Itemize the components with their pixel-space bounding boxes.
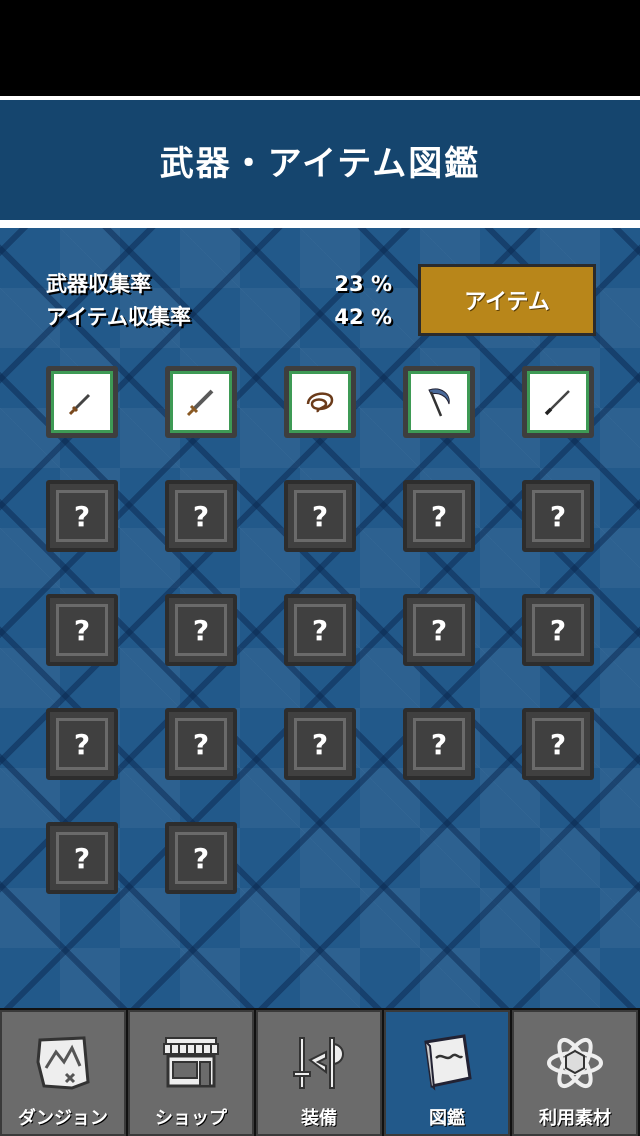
map-icon [28, 1028, 98, 1098]
weapon-slot-short-sword[interactable] [165, 366, 237, 438]
unknown-mark: ? [175, 832, 227, 884]
unknown-mark: ? [532, 490, 584, 542]
header: 武器・アイテム図鑑 [0, 96, 640, 228]
unknown-mark: ? [56, 718, 108, 770]
tab-label: ダンジョン [18, 1108, 108, 1129]
weapon-rate-label: 武器収集率 [46, 272, 151, 296]
unknown-slot[interactable]: ? [46, 708, 118, 780]
collection-panel: 武器収集率 23 % アイテム収集率 42 % アイテム ? ? ? ? ? ?… [0, 228, 640, 1008]
unknown-mark: ? [294, 604, 346, 656]
unknown-mark: ? [56, 604, 108, 656]
unknown-slot[interactable]: ? [165, 480, 237, 552]
unknown-slot[interactable]: ? [522, 708, 594, 780]
unknown-mark: ? [175, 718, 227, 770]
unknown-slot[interactable]: ? [522, 594, 594, 666]
unknown-slot[interactable]: ? [46, 480, 118, 552]
page-title: 武器・アイテム図鑑 [159, 143, 481, 184]
slot-frame [289, 371, 351, 433]
atom-icon [540, 1028, 610, 1098]
shop-icon [156, 1028, 226, 1098]
book-icon [412, 1028, 482, 1098]
unknown-slot[interactable]: ? [403, 594, 475, 666]
short-sword-icon [186, 389, 214, 417]
unknown-slot[interactable]: ? [46, 594, 118, 666]
item-toggle-button[interactable]: アイテム [418, 264, 596, 336]
header-panel: 武器・アイテム図鑑 [0, 100, 640, 220]
weapon-slot-knife[interactable] [522, 366, 594, 438]
unknown-mark: ? [175, 604, 227, 656]
unknown-mark: ? [413, 490, 465, 542]
tab-dungeon[interactable]: ダンジョン [0, 1010, 126, 1136]
item-rate-value: 42 % [334, 305, 392, 329]
unknown-mark: ? [413, 718, 465, 770]
unknown-slot[interactable]: ? [403, 708, 475, 780]
unknown-mark: ? [532, 604, 584, 656]
item-rate-row: アイテム収集率 42 % [46, 301, 392, 334]
weapon-rate-row: 武器収集率 23 % [46, 268, 392, 301]
collection-stats: 武器収集率 23 % アイテム収集率 42 % [46, 268, 392, 334]
weapon-slot-dagger[interactable] [46, 366, 118, 438]
item-rate-label: アイテム収集率 [46, 305, 191, 329]
unknown-mark: ? [413, 604, 465, 656]
tab-label: 利用素材 [539, 1108, 611, 1129]
unknown-slot[interactable]: ? [165, 708, 237, 780]
scythe-icon [428, 388, 450, 417]
tab-label: ショップ [155, 1108, 227, 1129]
unknown-slot[interactable]: ? [46, 822, 118, 894]
slot-frame [527, 371, 589, 433]
unknown-slot[interactable]: ? [165, 594, 237, 666]
unknown-slot[interactable]: ? [403, 480, 475, 552]
slot-frame [408, 371, 470, 433]
unknown-slot[interactable]: ? [284, 480, 356, 552]
tab-encyclopedia[interactable]: 図鑑 [384, 1010, 510, 1136]
weapon-rate-value: 23 % [334, 272, 392, 296]
dagger-icon [68, 393, 91, 416]
unknown-slot[interactable]: ? [522, 480, 594, 552]
whip-icon [306, 392, 334, 413]
status-bar [0, 0, 640, 96]
slot-frame [51, 371, 113, 433]
weapon-slot-whip[interactable] [284, 366, 356, 438]
slot-frame [170, 371, 232, 433]
unknown-mark: ? [56, 490, 108, 542]
unknown-mark: ? [294, 718, 346, 770]
unknown-mark: ? [175, 490, 227, 542]
unknown-mark: ? [532, 718, 584, 770]
bottom-tab-bar: ダンジョン ショップ 装備 図鑑 利用素材 [0, 1008, 640, 1136]
tab-shop[interactable]: ショップ [128, 1010, 254, 1136]
weapon-slot-scythe[interactable] [403, 366, 475, 438]
tab-label: 図鑑 [429, 1108, 465, 1129]
tab-equipment[interactable]: 装備 [256, 1010, 382, 1136]
tab-assets[interactable]: 利用素材 [512, 1010, 638, 1136]
unknown-mark: ? [294, 490, 346, 542]
knife-icon [544, 390, 570, 416]
tab-label: 装備 [301, 1108, 337, 1129]
equipment-icon [284, 1028, 354, 1098]
unknown-mark: ? [56, 832, 108, 884]
unknown-slot[interactable]: ? [284, 594, 356, 666]
unknown-slot[interactable]: ? [284, 708, 356, 780]
unknown-slot[interactable]: ? [165, 822, 237, 894]
